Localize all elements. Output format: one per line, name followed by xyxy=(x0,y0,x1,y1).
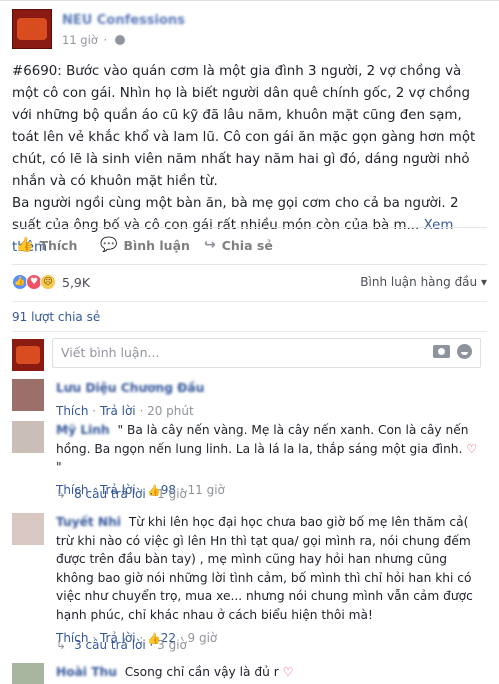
comment-meta: Thích · Trả lời · 20 phút xyxy=(56,403,194,418)
reply-arrow-icon: ↳ xyxy=(56,487,67,501)
post-time[interactable]: 11 giờ xyxy=(62,33,98,47)
heart-emoji-icon: ♡ xyxy=(282,665,294,679)
comment-reply-link[interactable]: Trả lời xyxy=(100,404,136,418)
current-user-avatar xyxy=(12,339,44,371)
comment-icon: 💬 xyxy=(100,237,118,253)
comment-button[interactable]: 💬 Bình luận xyxy=(100,237,190,253)
commenter-avatar[interactable] xyxy=(12,379,44,411)
commenter-name[interactable]: Tuyết Nhi xyxy=(56,515,121,529)
like-button[interactable]: 👍 Thích xyxy=(16,237,77,253)
sad-reaction-icon[interactable]: ☹ xyxy=(40,274,56,290)
heart-emoji-icon: ♡ xyxy=(466,441,478,456)
page-name[interactable]: NEU Confessions xyxy=(62,13,185,28)
globe-icon xyxy=(114,35,125,45)
commenter-name[interactable]: Hoài Thu xyxy=(56,665,117,679)
post-action-bar: 👍 Thích 💬 Bình luận ↪ Chia sẻ xyxy=(12,227,487,265)
commenter-name[interactable]: Mỹ Linh xyxy=(56,423,110,437)
comment-like-link[interactable]: Thích xyxy=(56,404,88,418)
comment-time[interactable]: 11 giờ xyxy=(188,483,225,497)
view-replies-link[interactable]: ↳ 3 câu trả lời · 3 giờ xyxy=(56,638,187,652)
page-avatar[interactable] xyxy=(12,9,52,49)
comment-input-placeholder: Viết bình luận... xyxy=(61,345,160,360)
comment-time[interactable]: 20 phút xyxy=(147,404,194,418)
share-button[interactable]: ↪ Chia sẻ xyxy=(204,237,273,253)
comment-time[interactable]: 9 giờ xyxy=(188,631,218,645)
commenter-avatar[interactable] xyxy=(12,513,44,545)
comment-input[interactable]: Viết bình luận... xyxy=(52,338,481,368)
commenter-name[interactable]: Lưu Diệu Chương Đầu xyxy=(56,381,204,395)
comment-order-dropdown[interactable]: Bình luận hàng đầu ▾ xyxy=(360,275,487,289)
commenter-avatar[interactable] xyxy=(12,663,44,684)
post-card: NEU Confessions 11 giờ · #6690: Bước vào… xyxy=(0,0,499,684)
divider xyxy=(12,301,487,302)
comment-text: " Ba là cây nến vàng. Mẹ là cây nến xanh… xyxy=(56,423,469,456)
thumbs-up-icon: 👍 xyxy=(16,237,34,253)
reactions-row: 👍 ♥ ☹ 5,9K Bình luận hàng đầu ▾ xyxy=(12,271,487,295)
post-meta: 11 giờ · xyxy=(62,33,125,47)
camera-icon[interactable] xyxy=(433,345,450,358)
commenter-avatar[interactable] xyxy=(12,421,44,453)
comment-text: Csong chỉ cần vậy là đủ r xyxy=(124,665,279,679)
comment-text: Từ khi lên học đại học chưa bao giờ bố m… xyxy=(56,515,473,622)
comment-text-end: " xyxy=(56,460,62,475)
view-replies-link[interactable]: ↳ 8 câu trả lời · 1 giờ xyxy=(56,487,187,501)
divider xyxy=(12,331,487,332)
emoji-icon[interactable] xyxy=(457,344,472,359)
reply-arrow-icon: ↳ xyxy=(56,638,67,652)
shares-count-link[interactable]: 91 lượt chia sẻ xyxy=(12,310,100,324)
share-icon: ↪ xyxy=(204,237,216,253)
post-text-paragraph-1: #6690: Bước vào quán cơm là một gia đình… xyxy=(12,64,476,189)
reaction-count[interactable]: 5,9K xyxy=(62,275,90,290)
